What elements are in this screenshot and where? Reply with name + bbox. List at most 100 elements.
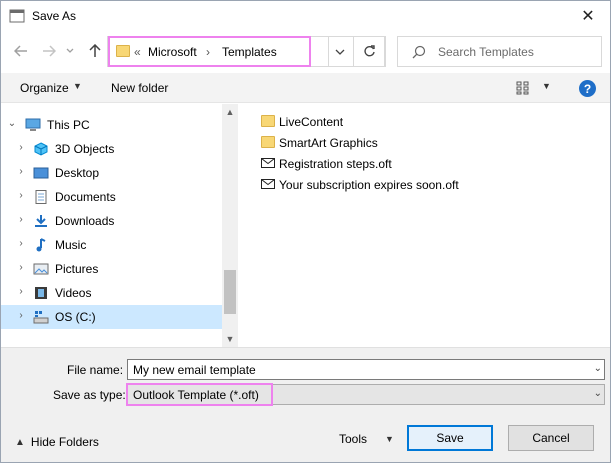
- scroll-thumb[interactable]: [224, 270, 236, 314]
- list-item-label: Your subscription expires soon.oft: [279, 178, 459, 192]
- back-button[interactable]: [11, 41, 31, 61]
- chevron-right-icon[interactable]: ›: [15, 310, 27, 321]
- list-item-label: SmartArt Graphics: [279, 136, 378, 150]
- window-icon: [9, 9, 25, 23]
- cancel-label: Cancel: [532, 431, 570, 445]
- tree-item-pictures[interactable]: › Pictures: [1, 257, 222, 281]
- save-type-select[interactable]: Outlook Template (*.oft) ⌄: [126, 383, 605, 406]
- music-icon: [36, 238, 46, 252]
- save-as-dialog: Save As ✕ « Microsoft › Templates Search…: [0, 0, 611, 463]
- chevron-down-icon[interactable]: ⌄: [594, 363, 602, 374]
- mail-icon: [261, 158, 275, 168]
- save-button[interactable]: Save: [407, 425, 493, 451]
- tree-item-label: Videos: [55, 286, 92, 300]
- up-button[interactable]: [85, 41, 105, 61]
- save-type-label: Save as type:: [53, 388, 126, 402]
- tools-label: Tools: [339, 432, 368, 446]
- tree-item-label: 3D Objects: [55, 142, 115, 156]
- organize-button[interactable]: Organize: [20, 81, 69, 95]
- breadcrumb-separator[interactable]: ›: [206, 45, 210, 59]
- save-form: File name: My new email template ⌄ Save …: [1, 347, 610, 462]
- recent-locations-button[interactable]: [63, 41, 77, 61]
- chevron-right-icon[interactable]: ›: [15, 190, 27, 201]
- tree-item-videos[interactable]: › Videos: [1, 281, 222, 305]
- hide-folders-button[interactable]: ▲ Hide Folders: [15, 435, 99, 449]
- navigation-pane: ⌄ This PC › 3D Objects › Desktop › Docum…: [1, 104, 238, 347]
- chevron-down-icon: [335, 49, 344, 55]
- close-button[interactable]: ✕: [566, 1, 610, 31]
- organize-caret-icon: ▼: [73, 81, 82, 91]
- drive-icon: [33, 311, 49, 324]
- pc-icon: [25, 118, 41, 131]
- save-label: Save: [436, 431, 464, 445]
- address-overflow[interactable]: «: [134, 45, 141, 59]
- scroll-up-icon[interactable]: ▲: [222, 104, 238, 120]
- command-bar: Organize ▼ New folder ▼ ?: [1, 73, 610, 103]
- tree-item-3d-objects[interactable]: › 3D Objects: [1, 137, 222, 161]
- up-arrow-icon: [89, 44, 101, 57]
- tree-item-documents[interactable]: › Documents: [1, 185, 222, 209]
- chevron-down-icon: [66, 48, 74, 53]
- tree-item-label: Downloads: [55, 214, 115, 228]
- address-dropdown-button[interactable]: [328, 36, 350, 67]
- chevron-right-icon[interactable]: ›: [15, 166, 27, 177]
- tree-item-label: Desktop: [55, 166, 100, 180]
- close-icon: ✕: [581, 8, 595, 25]
- hide-folders-label: Hide Folders: [30, 435, 99, 449]
- tree-item-downloads[interactable]: › Downloads: [1, 209, 222, 233]
- search-icon: [412, 45, 426, 59]
- download-icon: [35, 215, 47, 227]
- cancel-button[interactable]: Cancel: [508, 425, 594, 451]
- tools-button[interactable]: Tools ▼: [339, 432, 394, 446]
- file-name-input[interactable]: My new email template: [133, 363, 256, 377]
- chevron-right-icon[interactable]: ›: [15, 238, 27, 249]
- forward-arrow-icon: [43, 45, 56, 57]
- scroll-down-icon[interactable]: ▼: [222, 331, 238, 347]
- tree-item-desktop[interactable]: › Desktop: [1, 161, 222, 185]
- cube-icon: [34, 142, 48, 156]
- new-folder-button[interactable]: New folder: [111, 81, 168, 95]
- title-bar: Save As ✕: [1, 1, 610, 31]
- file-name-field[interactable]: My new email template ⌄: [127, 359, 605, 380]
- file-list: LiveContent SmartArt Graphics Registrati…: [239, 104, 610, 347]
- tree-item-this-pc[interactable]: ⌄ This PC: [1, 113, 222, 137]
- desktop-icon: [33, 167, 49, 179]
- tree-item-label: Documents: [55, 190, 116, 204]
- search-input[interactable]: Search Templates: [438, 45, 534, 59]
- navigation-scrollbar[interactable]: ▲ ▼: [222, 104, 238, 347]
- chevron-down-icon[interactable]: ⌄: [6, 118, 18, 129]
- help-icon[interactable]: ?: [579, 80, 596, 97]
- breadcrumb-microsoft[interactable]: Microsoft: [148, 45, 197, 59]
- tree-item-music[interactable]: › Music: [1, 233, 222, 257]
- back-arrow-icon: [14, 45, 27, 57]
- refresh-button[interactable]: [353, 36, 385, 67]
- folder-icon: [261, 115, 275, 127]
- file-name-label: File name:: [67, 363, 124, 377]
- tree-item-os-c[interactable]: › OS (C:): [1, 305, 222, 329]
- view-options-icon[interactable]: [516, 81, 532, 95]
- chevron-up-icon: ▲: [15, 436, 25, 448]
- chevron-right-icon[interactable]: ›: [15, 286, 27, 297]
- navigation-bar: « Microsoft › Templates Search Templates: [1, 31, 610, 73]
- chevron-right-icon[interactable]: ›: [15, 142, 27, 153]
- chevron-down-icon[interactable]: ⌄: [594, 388, 602, 399]
- chevron-right-icon[interactable]: ›: [15, 262, 27, 273]
- tree-item-label: This PC: [47, 118, 90, 132]
- list-item-label: LiveContent: [279, 115, 344, 129]
- videos-icon: [35, 287, 47, 299]
- tree-item-label: OS (C:): [55, 310, 96, 324]
- tools-caret-icon: ▼: [385, 434, 394, 444]
- window-title: Save As: [32, 9, 77, 23]
- list-item-label: Registration steps.oft: [279, 157, 392, 171]
- save-type-value: Outlook Template (*.oft): [133, 388, 259, 402]
- forward-button[interactable]: [39, 41, 59, 61]
- tree-item-label: Pictures: [55, 262, 99, 276]
- folder-icon: [261, 136, 275, 148]
- breadcrumb-templates[interactable]: Templates: [222, 45, 277, 59]
- tree-item-label: Music: [55, 238, 87, 252]
- view-caret-icon[interactable]: ▼: [542, 81, 551, 91]
- chevron-right-icon[interactable]: ›: [15, 214, 27, 225]
- refresh-icon: [363, 45, 375, 57]
- search-box[interactable]: Search Templates: [397, 36, 602, 67]
- pictures-icon: [33, 263, 49, 275]
